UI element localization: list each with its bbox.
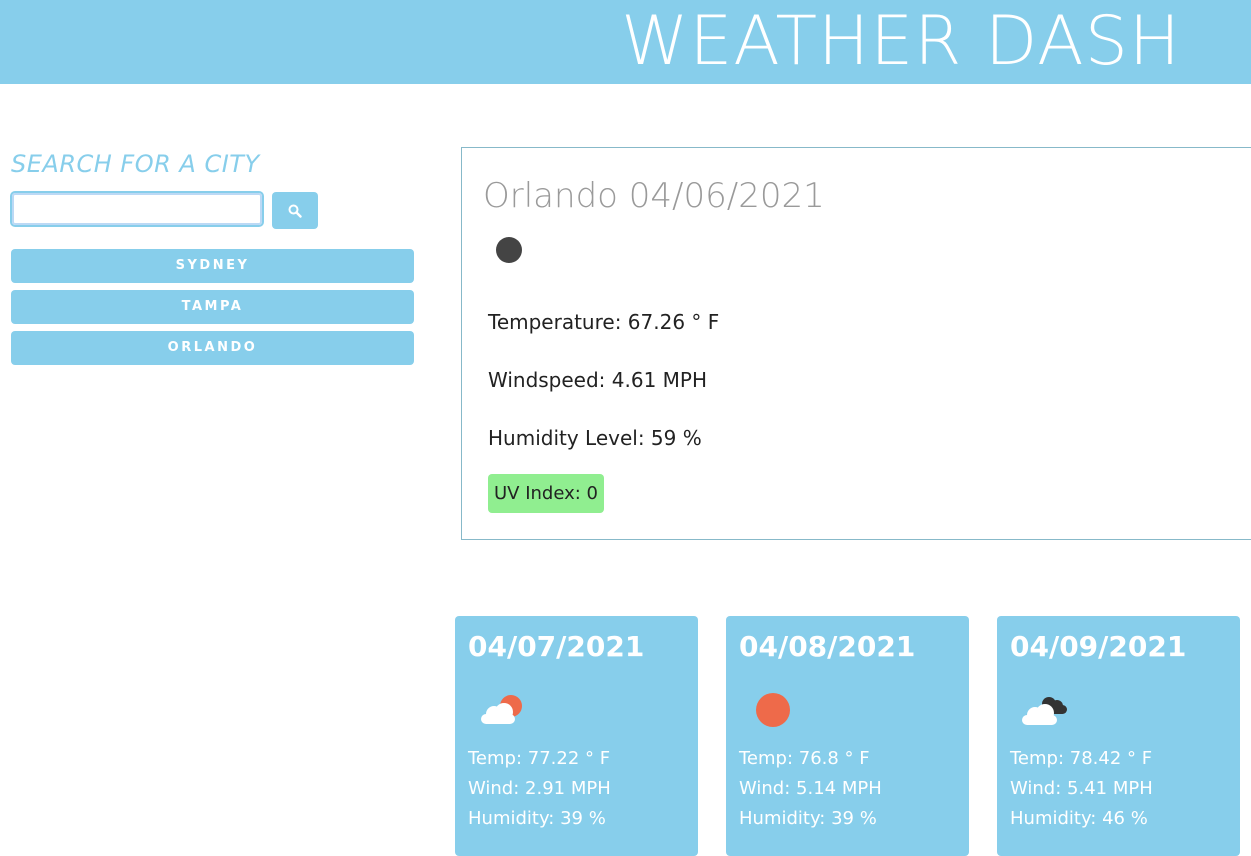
search-heading: SEARCH FOR A CITY xyxy=(11,150,260,178)
forecast-date: 04/09/2021 xyxy=(1010,630,1187,663)
cloudy-icon xyxy=(1022,697,1067,725)
forecast-humidity: Humidity: 46 % xyxy=(1010,808,1148,829)
current-windspeed: Windspeed: 4.61 MPH xyxy=(488,368,708,392)
forecast-date: 04/07/2021 xyxy=(468,630,645,663)
forecast-wind: Wind: 2.91 MPH xyxy=(468,778,611,799)
forecast-temp: Temp: 78.42 ° F xyxy=(1010,748,1153,769)
forecast-temp: Temp: 76.8 ° F xyxy=(739,748,870,769)
city-button-orlando[interactable]: ORLANDO xyxy=(11,331,414,365)
city-button-sydney[interactable]: SYDNEY xyxy=(11,249,414,283)
current-humidity: Humidity Level: 59 % xyxy=(488,426,702,450)
current-temperature: Temperature: 67.26 ° F xyxy=(488,310,720,334)
forecast-humidity: Humidity: 39 % xyxy=(739,808,877,829)
current-city-date: Orlando 04/06/2021 xyxy=(483,176,825,216)
forecast-date: 04/08/2021 xyxy=(739,630,916,663)
header-bar: WEATHER DASH xyxy=(0,0,1251,84)
uv-index-badge: UV Index: 0 xyxy=(488,474,605,513)
forecast-card: 04/09/2021 Temp: 78.42 ° F Wind: 5.41 MP… xyxy=(997,616,1240,856)
forecast-card: 04/07/2021 Temp: 77.22 ° F Wind: 2.91 MP… xyxy=(455,616,698,856)
current-weather-card: Orlando 04/06/2021 Temperature: 67.26 ° … xyxy=(461,147,1251,540)
forecast-card: 04/08/2021 Temp: 76.8 ° F Wind: 5.14 MPH… xyxy=(726,616,969,856)
app-title: WEATHER DASH xyxy=(621,2,1181,81)
forecast-wind: Wind: 5.14 MPH xyxy=(739,778,882,799)
city-search-input[interactable] xyxy=(10,191,264,227)
search-icon xyxy=(288,204,302,218)
city-button-tampa[interactable]: TAMPA xyxy=(11,290,414,324)
partly-cloudy-icon xyxy=(481,695,522,724)
search-button[interactable] xyxy=(272,192,318,229)
moon-icon xyxy=(496,237,522,263)
forecast-humidity: Humidity: 39 % xyxy=(468,808,606,829)
forecast-wind: Wind: 5.41 MPH xyxy=(1010,778,1153,799)
sun-icon xyxy=(756,693,790,727)
forecast-temp: Temp: 77.22 ° F xyxy=(468,748,611,769)
